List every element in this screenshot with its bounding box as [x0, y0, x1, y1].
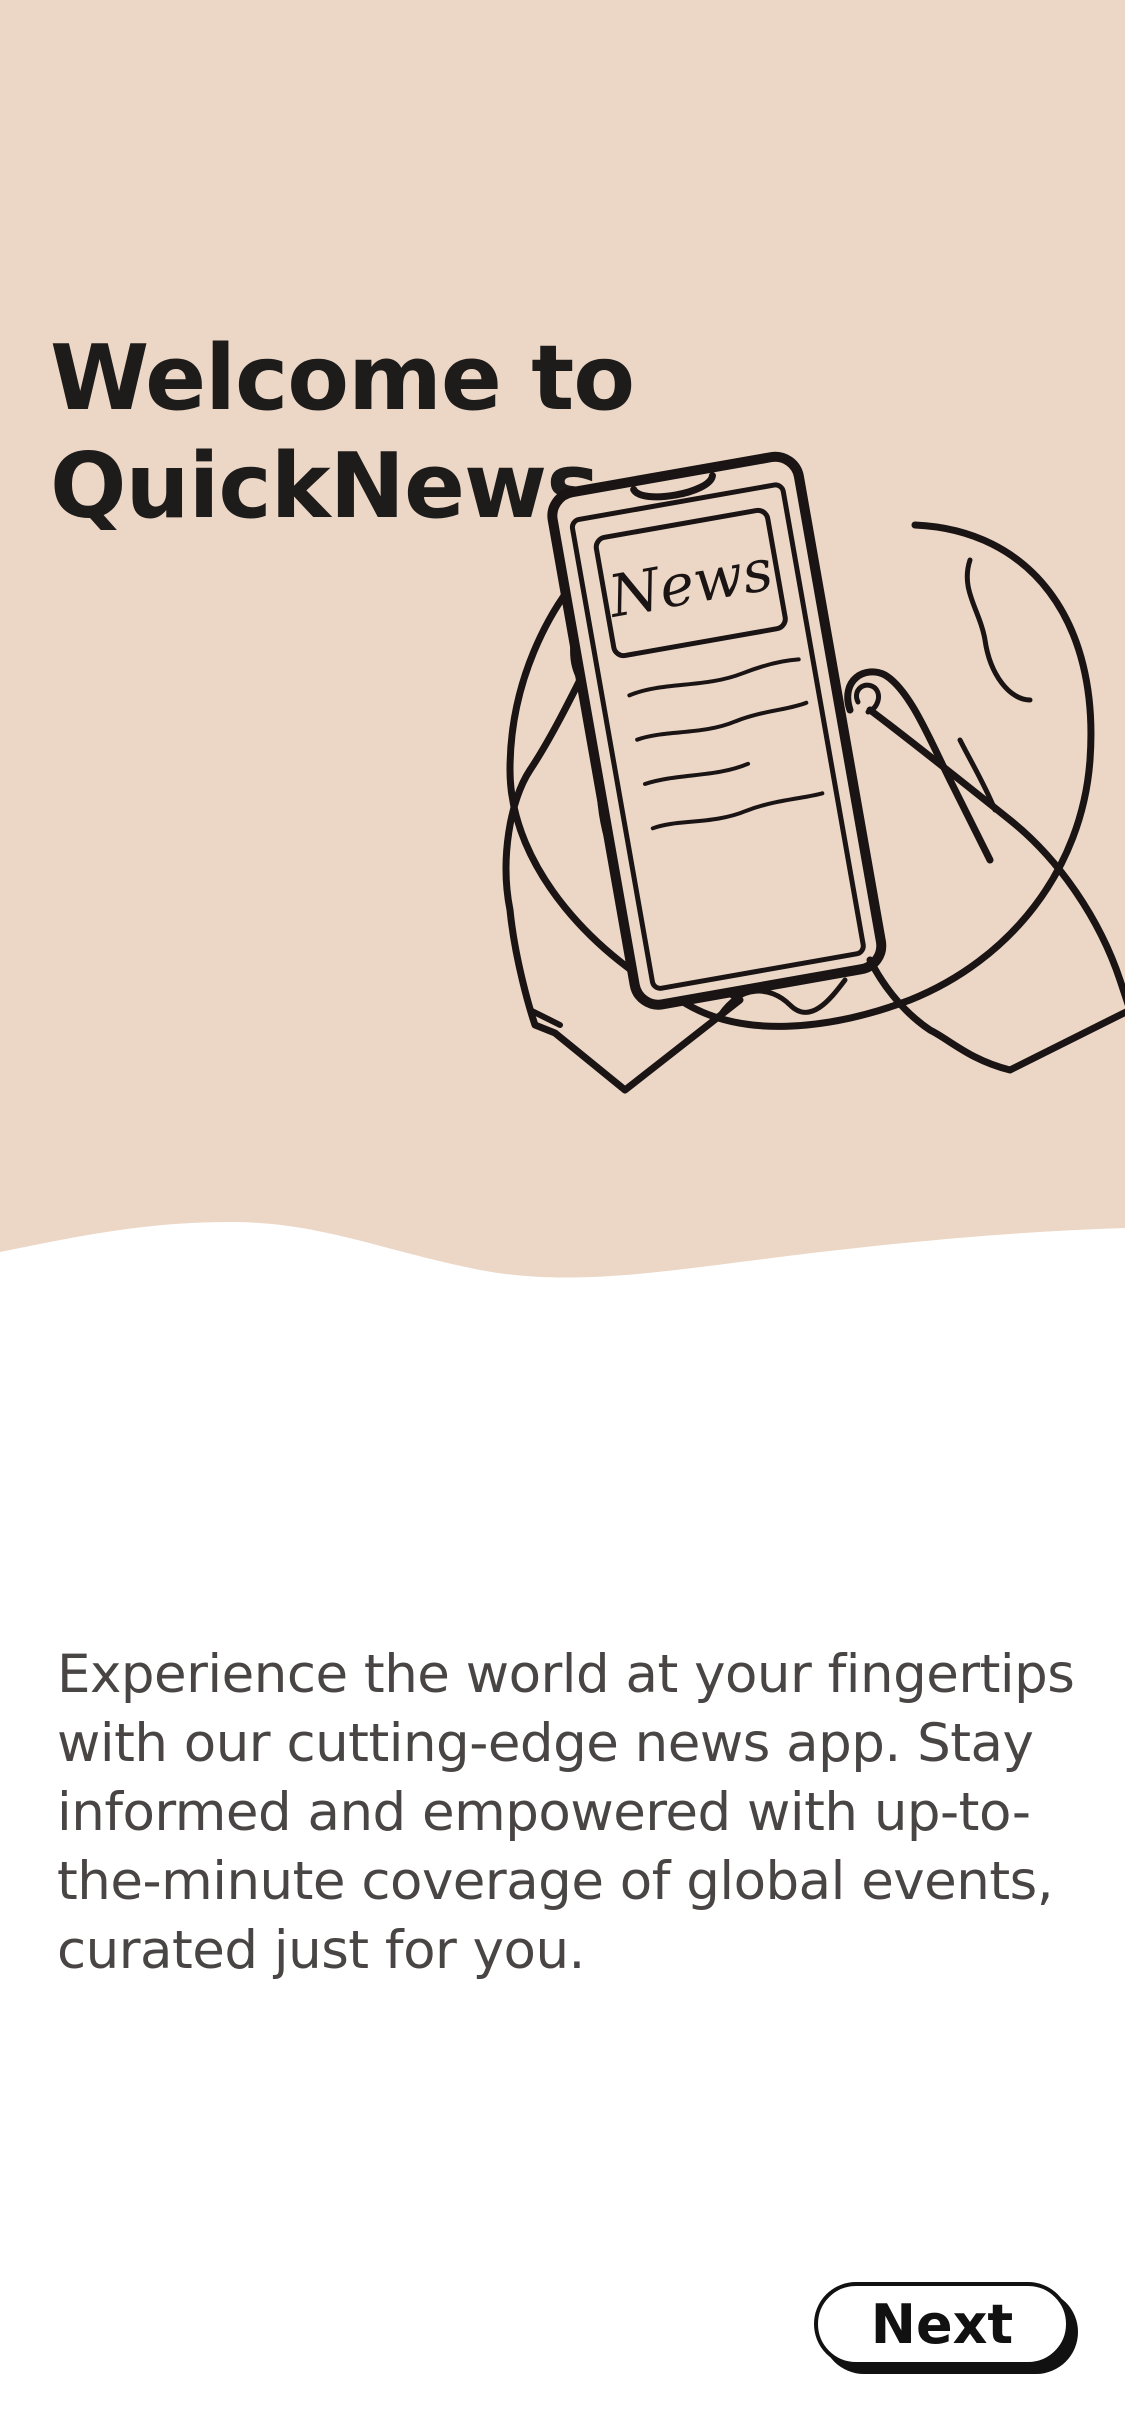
- onboarding-description: Experience the world at your fingertips …: [57, 1644, 1075, 1981]
- phone: News: [547, 451, 887, 1010]
- title-line-1: Welcome to: [50, 326, 635, 431]
- next-button[interactable]: Next: [814, 2282, 1070, 2366]
- phone-in-hands-illustration: News: [502, 451, 1125, 1094]
- hero-section: Welcome to QuickNews News: [0, 0, 1125, 1290]
- right-hand-knuckle: [957, 737, 998, 813]
- globe-continent-right: [964, 557, 1033, 703]
- onboarding-screen: Welcome to QuickNews News Experience the…: [0, 0, 1125, 2436]
- phone-frame: [547, 451, 887, 1010]
- right-index-finger: [844, 668, 994, 864]
